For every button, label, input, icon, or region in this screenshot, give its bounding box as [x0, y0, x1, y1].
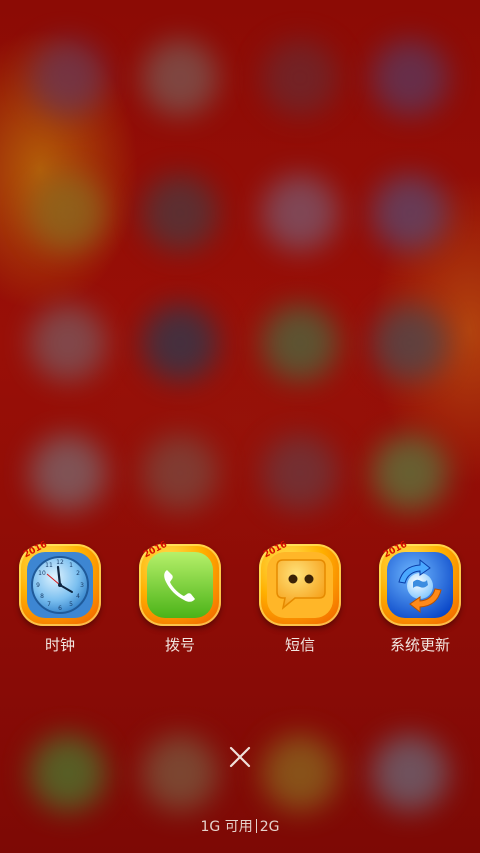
- svg-text:10: 10: [38, 570, 46, 577]
- close-icon: [229, 746, 251, 768]
- blurred-app-icon: [262, 175, 338, 251]
- message-icon-face: [267, 552, 333, 618]
- clock-icon[interactable]: 12 1 2 3 4 5 6 7 8 9 10 11 2016: [19, 540, 101, 626]
- blurred-app-icon: [372, 735, 448, 811]
- app-label: 短信: [284, 636, 315, 654]
- blurred-app-icon: [372, 305, 448, 381]
- blurred-app-icon: [262, 40, 338, 116]
- svg-text:8: 8: [40, 593, 44, 600]
- phone-icon-face: [147, 552, 213, 618]
- app-label: 拨号: [164, 636, 195, 654]
- app-phone[interactable]: 2016 拨号: [120, 540, 240, 656]
- blurred-app-icon: [142, 735, 218, 811]
- app-system-update[interactable]: 2016 系统更新: [360, 540, 480, 656]
- blurred-app-icon: [372, 435, 448, 511]
- blurred-app-icon: [262, 435, 338, 511]
- blurred-app-icon: [142, 435, 218, 511]
- app-clock[interactable]: 12 1 2 3 4 5 6 7 8 9 10 11 2016 时钟: [0, 540, 120, 656]
- blurred-app-icon: [142, 175, 218, 251]
- phone-icon[interactable]: 2016: [139, 540, 221, 626]
- blurred-app-icon: [30, 40, 106, 116]
- blurred-app-icon: [30, 305, 106, 381]
- svg-text:2: 2: [76, 570, 80, 577]
- blurred-app-icon: [30, 435, 106, 511]
- system-update-icon-face: [387, 552, 453, 618]
- app-label: 系统更新: [389, 636, 450, 654]
- blurred-app-icon: [262, 735, 338, 811]
- memory-available: 1G 可用: [200, 819, 253, 835]
- svg-text:7: 7: [47, 601, 51, 608]
- svg-text:9: 9: [36, 582, 40, 589]
- blurred-app-icon: [142, 305, 218, 381]
- memory-total: 2G: [259, 819, 280, 835]
- svg-text:1: 1: [69, 562, 73, 569]
- blurred-app-icon: [142, 40, 218, 116]
- memory-status: 1G 可用 2G: [0, 816, 480, 836]
- blurred-app-icon: [372, 40, 448, 116]
- svg-text:12: 12: [56, 559, 64, 566]
- app-label: 时钟: [44, 636, 75, 654]
- system-update-icon[interactable]: 2016: [379, 540, 461, 626]
- svg-text:5: 5: [69, 601, 73, 608]
- close-recents-button[interactable]: [223, 740, 257, 774]
- memory-divider: [255, 819, 257, 833]
- blurred-wallpaper: [0, 0, 480, 853]
- svg-text:6: 6: [58, 605, 62, 612]
- blurred-app-icon: [262, 305, 338, 381]
- app-messages[interactable]: 2016 短信: [240, 540, 360, 656]
- blurred-app-icon: [372, 175, 448, 251]
- message-icon[interactable]: 2016: [259, 540, 341, 626]
- svg-text:11: 11: [45, 562, 53, 569]
- svg-text:3: 3: [80, 582, 84, 589]
- recent-apps-screen: 12 1 2 3 4 5 6 7 8 9 10 11 2016 时钟 2016 …: [0, 0, 480, 853]
- blurred-app-icon: [30, 735, 106, 811]
- clock-icon-face: 12 1 2 3 4 5 6 7 8 9 10 11: [27, 552, 93, 618]
- svg-text:4: 4: [76, 593, 80, 600]
- blurred-app-icon: [30, 175, 106, 251]
